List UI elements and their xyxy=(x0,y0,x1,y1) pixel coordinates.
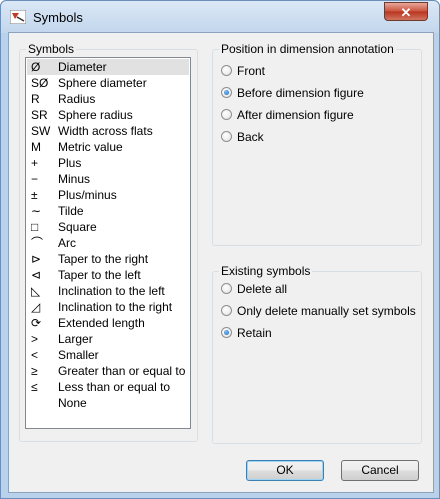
list-item[interactable]: ± Plus/minus xyxy=(27,187,189,203)
list-item[interactable]: > Larger xyxy=(27,331,189,347)
symbol-label: Radius xyxy=(58,92,96,106)
radio-button[interactable] xyxy=(221,109,232,120)
radio-button[interactable] xyxy=(221,283,232,294)
symbol-label: Taper to the right xyxy=(58,252,149,266)
close-icon: ✕ xyxy=(400,5,412,20)
symbol-glyph: ◿ xyxy=(31,300,41,314)
radio-label: Front xyxy=(237,64,266,78)
symbol-glyph: M xyxy=(31,140,41,154)
symbol-label: Plus/minus xyxy=(58,188,117,202)
list-item[interactable]: ≥ Greater than or equal to xyxy=(27,363,189,379)
symbol-label: Square xyxy=(58,220,97,234)
symbol-label: Less than or equal to xyxy=(58,380,171,394)
symbol-glyph: ⌒ xyxy=(31,236,44,250)
symbol-label: Arc xyxy=(58,236,76,250)
symbol-label: Metric value xyxy=(58,140,123,154)
radio-button[interactable] xyxy=(221,131,232,142)
symbol-glyph: ± xyxy=(31,188,38,202)
radio-label: Back xyxy=(237,130,264,144)
list-item[interactable]: M Metric value xyxy=(27,139,189,155)
cancel-button[interactable]: Cancel xyxy=(341,460,419,481)
radio-label: Only delete manually set symbols xyxy=(237,304,416,318)
app-icon xyxy=(9,9,27,25)
list-item[interactable]: + Plus xyxy=(27,155,189,171)
symbols-listbox[interactable]: Ø Diameter SØ Sphere diameter R Radius SR Spher… xyxy=(25,57,191,429)
symbol-label: Minus xyxy=(58,172,91,186)
symbol-glyph: R xyxy=(31,92,40,106)
symbols-dialog: Symbols ✕ Symbols Ø Diameter SØ Sphere diam… xyxy=(0,0,440,499)
ok-button[interactable]: OK xyxy=(246,460,324,481)
symbol-glyph: SR xyxy=(31,108,48,122)
list-item[interactable]: SW Width across flats xyxy=(27,123,189,139)
symbol-label: Inclination to the right xyxy=(58,300,173,314)
radio-label: Before dimension figure xyxy=(237,86,364,100)
symbol-label: Sphere radius xyxy=(58,108,133,122)
symbol-glyph: ◺ xyxy=(31,284,41,298)
symbol-label: Smaller xyxy=(58,348,99,362)
radio-label: Delete all xyxy=(237,282,288,296)
list-item[interactable]: ⊲ Taper to the left xyxy=(27,267,189,283)
radio-label: Retain xyxy=(237,326,272,340)
symbol-label: Sphere diameter xyxy=(58,76,147,90)
symbol-glyph: > xyxy=(31,332,39,346)
symbol-label: Plus xyxy=(58,156,82,170)
symbol-glyph: ∼ xyxy=(31,204,42,218)
radio-button[interactable] xyxy=(221,87,232,98)
list-item[interactable]: ◿ Inclination to the right xyxy=(27,299,189,315)
existing-symbols-group: Existing symbols Delete all Only delete m… xyxy=(212,264,422,444)
symbol-glyph: SØ xyxy=(31,76,49,90)
list-item[interactable]: ⌒ Arc xyxy=(27,235,189,251)
position-group-label: Position in dimension annotation xyxy=(219,42,396,56)
list-item[interactable]: □ Square xyxy=(27,219,189,235)
list-item[interactable]: ∼ Tilde xyxy=(27,203,189,219)
symbol-glyph: ⊲ xyxy=(31,268,42,282)
radio-label: After dimension figure xyxy=(237,108,354,122)
symbol-glyph: Ø xyxy=(31,60,41,74)
list-item[interactable]: ◺ Inclination to the left xyxy=(27,283,189,299)
list-item[interactable]: < Smaller xyxy=(27,347,189,363)
symbol-glyph: □ xyxy=(31,220,39,234)
symbol-label: None xyxy=(58,396,87,410)
symbol-label: Inclination to the left xyxy=(58,284,165,298)
symbol-glyph: + xyxy=(31,156,39,170)
symbol-label: Larger xyxy=(58,332,93,346)
list-item[interactable]: ⊳ Taper to the right xyxy=(27,251,189,267)
position-group: Position in dimension annotation Front Be… xyxy=(212,42,422,246)
radio-button[interactable] xyxy=(221,327,232,338)
symbol-label: Diameter xyxy=(58,60,107,74)
symbols-group-label: Symbols xyxy=(26,42,77,56)
symbol-glyph: < xyxy=(31,348,39,362)
symbol-glyph: ≤ xyxy=(31,380,38,394)
list-item[interactable]: SR Sphere radius xyxy=(27,107,189,123)
list-item[interactable]: Ø Diameter xyxy=(27,59,189,75)
radio-button[interactable] xyxy=(221,305,232,316)
window-title: Symbols xyxy=(33,10,83,25)
list-item[interactable]: − Minus xyxy=(27,171,189,187)
list-item[interactable]: ≤ Less than or equal to xyxy=(27,379,189,395)
symbol-glyph: SW xyxy=(31,124,51,138)
symbol-label: Greater than or equal to xyxy=(58,364,186,378)
existing-symbols-group-label: Existing symbols xyxy=(219,264,313,278)
radio-button[interactable] xyxy=(221,65,232,76)
symbol-glyph: ≥ xyxy=(31,364,38,378)
symbols-group: Symbols Ø Diameter SØ Sphere diameter R Radiu… xyxy=(19,42,198,442)
symbol-glyph: ⟳ xyxy=(31,316,42,330)
symbol-label: Taper to the left xyxy=(58,268,141,282)
list-item[interactable]: None xyxy=(27,395,189,411)
symbol-label: Tilde xyxy=(58,204,84,218)
close-button[interactable]: ✕ xyxy=(384,2,428,21)
symbol-label: Extended length xyxy=(58,316,145,330)
list-item[interactable]: SØ Sphere diameter xyxy=(27,75,189,91)
list-item[interactable]: ⟳ Extended length xyxy=(27,315,189,331)
symbol-glyph: ⊳ xyxy=(31,252,42,266)
dialog-body: Symbols Ø Diameter SØ Sphere diameter R Radiu… xyxy=(8,32,434,493)
list-item[interactable]: R Radius xyxy=(27,91,189,107)
symbol-label: Width across flats xyxy=(58,124,153,138)
symbol-glyph: − xyxy=(31,172,39,186)
title-bar[interactable]: Symbols ✕ xyxy=(1,1,439,33)
